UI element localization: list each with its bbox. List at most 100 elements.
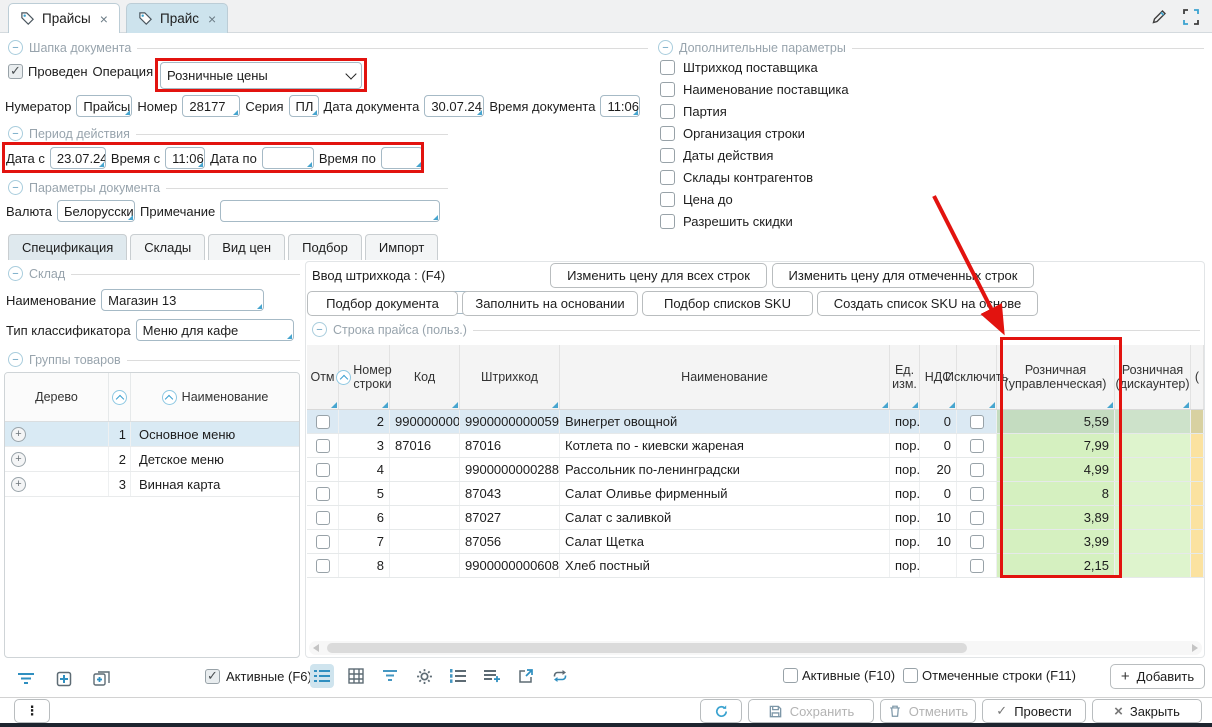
marked-f11-checkbox[interactable] xyxy=(903,668,918,683)
grid-view-icon[interactable] xyxy=(344,664,368,688)
active-f10-checkbox[interactable] xyxy=(783,668,798,683)
row-exclude-checkbox[interactable] xyxy=(970,463,984,477)
edit-pencil-icon[interactable] xyxy=(1150,8,1168,26)
sort-asc-icon[interactable] xyxy=(162,390,177,405)
col-header-barcode[interactable]: Штрихкод xyxy=(460,345,560,409)
series-field[interactable]: ПЛ xyxy=(289,95,319,117)
numerator-field[interactable]: Прайсы xyxy=(76,95,132,117)
list-view-icon[interactable] xyxy=(310,664,334,688)
horizontal-scrollbar[interactable] xyxy=(309,641,1202,655)
collapse-icon[interactable]: − xyxy=(658,40,673,55)
collapse-icon[interactable]: − xyxy=(8,352,23,367)
doc-tab[interactable]: Спецификация xyxy=(8,234,127,260)
filter-icon[interactable] xyxy=(14,667,38,691)
doc-tab[interactable]: Вид цен xyxy=(208,234,285,260)
param-checkbox[interactable] xyxy=(660,214,675,229)
tree-name-header[interactable]: Наименование xyxy=(131,373,299,421)
scroll-left-arrow-icon[interactable] xyxy=(313,644,319,652)
fill-based-button[interactable]: Заполнить на основании xyxy=(462,291,638,316)
price-table-row[interactable]: 2 99000000000 9900000000059 Винегрет ово… xyxy=(307,410,1204,434)
time-to-field[interactable] xyxy=(381,147,423,169)
post-button[interactable]: ✓ Провести xyxy=(982,699,1086,723)
date-from-field[interactable]: 23.07.24 xyxy=(50,147,106,169)
warehouse-name-field[interactable]: Магазин 13 xyxy=(101,289,264,311)
save-button[interactable]: Сохранить xyxy=(748,699,874,723)
sort-asc-icon[interactable] xyxy=(336,370,351,385)
col-header-partial[interactable]: ( xyxy=(1191,345,1204,409)
doc-tab[interactable]: Склады xyxy=(130,234,205,260)
collapse-icon[interactable]: − xyxy=(8,40,23,55)
row-exclude-checkbox[interactable] xyxy=(970,439,984,453)
filter-icon[interactable] xyxy=(378,664,402,688)
pick-sku-lists-button[interactable]: Подбор списков SKU xyxy=(642,291,813,316)
tree-expand-icon[interactable]: + xyxy=(11,427,26,442)
note-field[interactable] xyxy=(220,200,440,222)
param-checkbox[interactable] xyxy=(660,170,675,185)
col-header-mark[interactable]: Отм xyxy=(307,345,339,409)
tree-col-header[interactable]: Дерево xyxy=(5,373,109,421)
col-header-code[interactable]: Код xyxy=(390,345,460,409)
tree-expand-icon[interactable]: + xyxy=(11,452,26,467)
col-header-unit[interactable]: Ед. изм. xyxy=(890,345,920,409)
collapse-icon[interactable]: − xyxy=(8,126,23,141)
row-exclude-checkbox[interactable] xyxy=(970,559,984,573)
param-checkbox[interactable] xyxy=(660,60,675,75)
tree-row[interactable]: + 2 Детское меню xyxy=(5,447,299,472)
tree-sort-col[interactable] xyxy=(109,373,131,421)
change-price-marked-button[interactable]: Изменить цену для отмеченных строк xyxy=(772,263,1034,288)
export-icon[interactable] xyxy=(514,664,538,688)
sort-asc-icon[interactable] xyxy=(112,390,127,405)
active-f6-checkbox[interactable] xyxy=(205,669,220,684)
classifier-field[interactable]: Меню для кафе xyxy=(136,319,294,341)
collapse-icon[interactable]: − xyxy=(8,266,23,281)
row-exclude-checkbox[interactable] xyxy=(970,415,984,429)
param-checkbox[interactable] xyxy=(660,192,675,207)
fullscreen-icon[interactable] xyxy=(1182,8,1200,26)
row-mark-checkbox[interactable] xyxy=(316,463,330,477)
col-header-exclude[interactable]: Исключить xyxy=(957,345,997,409)
tab-close-icon[interactable]: × xyxy=(100,11,108,27)
reload-icon[interactable] xyxy=(548,664,572,688)
operation-select[interactable]: Розничные цены xyxy=(160,62,362,89)
add-row-icon[interactable] xyxy=(52,667,76,691)
number-field[interactable]: 28177 xyxy=(182,95,240,117)
param-checkbox[interactable] xyxy=(660,148,675,163)
add-button[interactable]: + Добавить xyxy=(1110,664,1205,689)
param-checkbox[interactable] xyxy=(660,82,675,97)
tree-row[interactable]: + 3 Винная карта xyxy=(5,472,299,497)
row-exclude-checkbox[interactable] xyxy=(970,487,984,501)
time-from-field[interactable]: 11:06 xyxy=(165,147,205,169)
posted-checkbox[interactable] xyxy=(8,64,23,79)
doc-tab[interactable]: Подбор xyxy=(288,234,362,260)
scrollbar-thumb[interactable] xyxy=(327,643,967,653)
row-mark-checkbox[interactable] xyxy=(316,415,330,429)
col-header-row-num[interactable]: Номер строки xyxy=(339,345,390,409)
currency-field[interactable]: Белорусский xyxy=(57,200,135,222)
tree-expand-icon[interactable]: + xyxy=(11,477,26,492)
scroll-right-arrow-icon[interactable] xyxy=(1192,644,1198,652)
date-to-field[interactable] xyxy=(262,147,314,169)
add-list-icon[interactable] xyxy=(480,664,504,688)
row-mark-checkbox[interactable] xyxy=(316,535,330,549)
row-mark-checkbox[interactable] xyxy=(316,439,330,453)
row-exclude-checkbox[interactable] xyxy=(970,535,984,549)
tab-close-icon[interactable]: × xyxy=(208,11,216,27)
param-checkbox[interactable] xyxy=(660,104,675,119)
price-table-row[interactable]: 7 87056 Салат Щетка пор. 10 3,99 xyxy=(307,530,1204,554)
col-header-name[interactable]: Наименование xyxy=(560,345,890,409)
doc-tab[interactable]: Импорт xyxy=(365,234,438,260)
col-header-retail-mgmt[interactable]: Розничная (управленческая) xyxy=(997,345,1115,409)
window-tab[interactable]: Прайсы × xyxy=(8,3,120,33)
price-table-row[interactable]: 3 87016 87016 Котлета по - киевски жарен… xyxy=(307,434,1204,458)
price-table-row[interactable]: 6 87027 Салат с заливкой пор. 10 3,89 xyxy=(307,506,1204,530)
tree-row[interactable]: + 1 Основное меню xyxy=(5,422,299,447)
create-sku-list-button[interactable]: Создать список SKU на основе xyxy=(817,291,1038,316)
price-table-row[interactable]: 4 9900000000288 Рассольник по-ленинградс… xyxy=(307,458,1204,482)
row-mark-checkbox[interactable] xyxy=(316,511,330,525)
price-table-row[interactable]: 8 9900000000608 Хлеб постный пор. 2,15 xyxy=(307,554,1204,578)
numbered-list-icon[interactable] xyxy=(446,664,470,688)
more-button[interactable]: ⋮ xyxy=(14,699,50,723)
row-mark-checkbox[interactable] xyxy=(316,487,330,501)
settings-gear-icon[interactable] xyxy=(412,664,436,688)
doc-time-field[interactable]: 11:06 xyxy=(600,95,640,117)
